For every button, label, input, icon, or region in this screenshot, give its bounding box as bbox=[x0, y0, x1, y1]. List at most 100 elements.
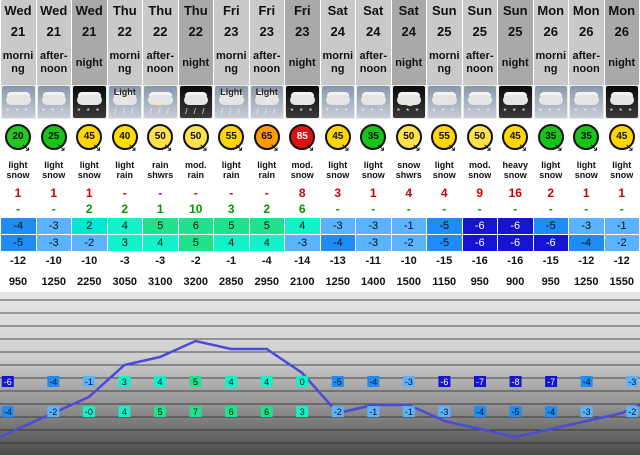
snow-value: 1 bbox=[369, 186, 377, 200]
time-cell: after-noon bbox=[142, 41, 179, 85]
day-cell: Wed bbox=[0, 0, 37, 21]
date-cell: 21 bbox=[36, 21, 72, 41]
day-label: Fri bbox=[222, 3, 240, 18]
rain-cell: 6 bbox=[284, 201, 321, 218]
chart-min-temp-label: 6 bbox=[264, 407, 269, 417]
wind-chill-value: -12 bbox=[10, 255, 26, 267]
freezing-level-value: 3200 bbox=[183, 276, 208, 288]
min-temp-value: -6 bbox=[474, 237, 485, 249]
snow-showers-moon-icon: * * * bbox=[392, 86, 425, 118]
time-label: morning bbox=[215, 50, 247, 75]
precip-icon: * * * bbox=[538, 107, 563, 116]
snow-value: 1 bbox=[582, 186, 590, 200]
snow-value: 9 bbox=[476, 186, 484, 200]
wind-chill-cell: -2 bbox=[178, 251, 214, 270]
chart-min-temp-label: 5 bbox=[157, 407, 162, 417]
date-label: 22 bbox=[153, 23, 168, 39]
min-temp-cell: -6 bbox=[461, 234, 498, 252]
max-temp-value: 4 bbox=[121, 220, 128, 232]
chart-min-temp-label: -5 bbox=[512, 407, 520, 417]
min-temp-cell: 4 bbox=[213, 234, 250, 252]
wind-direction-icon: ↘ bbox=[56, 142, 66, 154]
chart-min-temp-label: 3 bbox=[300, 407, 305, 417]
cloud-icon bbox=[574, 95, 599, 105]
precip-icon: * * * bbox=[77, 107, 102, 116]
summary-label: light snow bbox=[6, 160, 30, 180]
day-cell: Thu bbox=[142, 0, 179, 21]
day-cell: Fri bbox=[249, 0, 285, 21]
min-temp-value: -4 bbox=[581, 237, 592, 249]
cloud-icon bbox=[290, 95, 315, 105]
min-temp-value: 5 bbox=[192, 237, 199, 249]
snow-cell: 1 bbox=[604, 185, 640, 201]
icon-cell: * * * bbox=[568, 85, 605, 119]
cloud-icon bbox=[41, 95, 66, 105]
rain-value: - bbox=[619, 202, 624, 216]
cloud-icon bbox=[325, 95, 350, 105]
time-label: night bbox=[501, 56, 529, 69]
summary-cell: heavy snow bbox=[497, 155, 534, 185]
cloud-icon bbox=[148, 95, 173, 105]
icon-cell: * * * bbox=[426, 85, 463, 119]
date-cell: 22 bbox=[178, 21, 214, 41]
max-temp-value: -3 bbox=[332, 220, 343, 232]
max-temp-cell: -1 bbox=[603, 217, 640, 235]
max-temp-value: -6 bbox=[474, 220, 485, 232]
freezing-level-value: 1250 bbox=[325, 276, 350, 288]
day-cell: Mon bbox=[604, 0, 640, 21]
freezing-level-value: 1250 bbox=[574, 276, 599, 288]
min-temp-value: -4 bbox=[332, 237, 343, 249]
freezing-level-cell: 950 bbox=[462, 270, 498, 294]
snow-cell: 1 bbox=[71, 185, 108, 201]
summary-label: light rain bbox=[257, 160, 277, 180]
date-label: 24 bbox=[330, 23, 345, 39]
icon-cell: * * * bbox=[71, 85, 108, 119]
day-cell: Fri bbox=[284, 0, 321, 21]
precip-icon: / / / bbox=[185, 107, 207, 116]
wind-cell: 35 ↘ bbox=[568, 119, 605, 155]
summary-cell: mod. snow bbox=[462, 155, 498, 185]
date-label: 22 bbox=[117, 23, 132, 39]
summary-cell: rain shwrs bbox=[142, 155, 179, 185]
icon-cell: / / / bbox=[178, 85, 214, 119]
max-temp-cell: -6 bbox=[497, 217, 534, 235]
chart-max-temp-label: -1 bbox=[85, 377, 93, 387]
chart-max-temp-label: -8 bbox=[512, 377, 520, 387]
freezing-level-cell: 1500 bbox=[391, 270, 427, 294]
icon-cell: * * * bbox=[391, 85, 427, 119]
day-label: Wed bbox=[4, 3, 32, 18]
freezing-level-cell: 1550 bbox=[604, 270, 640, 294]
snow-value: - bbox=[158, 186, 163, 200]
rain-value: - bbox=[16, 202, 20, 216]
wind-direction-icon: ↘ bbox=[482, 142, 492, 154]
chart-min-temp-label: -4 bbox=[547, 407, 555, 417]
cloud-icon bbox=[396, 95, 421, 105]
wind-cell: 35 ↘ bbox=[355, 119, 392, 155]
max-temp-value: 5 bbox=[263, 220, 270, 232]
rain-cell: 2 bbox=[107, 201, 143, 218]
time-cell: morning bbox=[0, 41, 37, 85]
freezing-level-cell: 1250 bbox=[568, 270, 605, 294]
wind-direction-icon: ↘ bbox=[198, 142, 208, 154]
day-cell: Mon bbox=[568, 0, 605, 21]
summary-label: light rain bbox=[115, 160, 135, 180]
cloud-icon bbox=[503, 95, 528, 105]
freezing-level-cell: 2100 bbox=[284, 270, 321, 294]
date-label: 26 bbox=[614, 23, 629, 39]
cloud-icon bbox=[5, 95, 31, 105]
icon-label: Light bbox=[255, 87, 278, 97]
min-temp-value: 3 bbox=[121, 237, 128, 249]
chart-min-temp-label: -2 bbox=[334, 407, 342, 417]
min-temp-cell: 3 bbox=[106, 234, 143, 252]
wind-chill-cell: -15 bbox=[426, 251, 463, 270]
wind-chill-value: -10 bbox=[400, 255, 417, 267]
max-temp-value: 5 bbox=[157, 220, 164, 232]
min-temp-cell: -6 bbox=[497, 234, 534, 252]
snow-cell: 8 bbox=[284, 185, 321, 201]
cloud-icon bbox=[183, 95, 208, 105]
precip-icon: * * * bbox=[432, 107, 457, 116]
freezing-level-value: 950 bbox=[8, 276, 28, 288]
day-label: Mon bbox=[572, 3, 600, 18]
day-cell: Sun bbox=[462, 0, 498, 21]
rain-value: 2 bbox=[85, 202, 93, 216]
